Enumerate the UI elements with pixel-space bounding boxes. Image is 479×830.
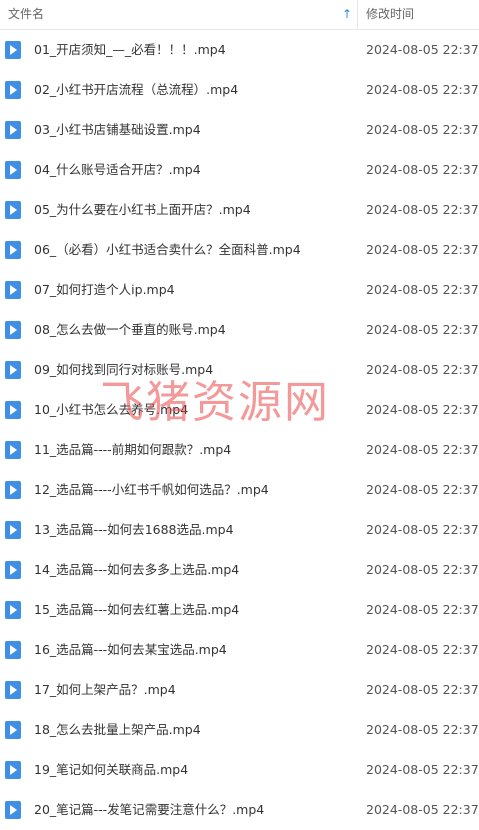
video-file-icon: [5, 401, 21, 419]
file-name[interactable]: 04_什么账号适合开店？.mp4: [34, 150, 201, 190]
file-row[interactable]: 05_为什么要在小红书上面开店？.mp4 2024-08-05 22:37: [0, 190, 479, 230]
video-file-icon: [5, 521, 21, 539]
video-file-icon: [5, 681, 21, 699]
video-file-icon: [5, 721, 21, 739]
file-name[interactable]: 05_为什么要在小红书上面开店？.mp4: [34, 190, 251, 230]
file-name[interactable]: 02_小红书开店流程（总流程）.mp4: [34, 70, 238, 110]
file-name[interactable]: 08_怎么去做一个垂直的账号.mp4: [34, 310, 226, 350]
file-row[interactable]: 03_小红书店铺基础设置.mp4 2024-08-05 22:37: [0, 110, 479, 150]
file-row[interactable]: 08_怎么去做一个垂直的账号.mp4 2024-08-05 22:37: [0, 310, 479, 350]
file-row[interactable]: 19_笔记如何关联商品.mp4 2024-08-05 22:37: [0, 750, 479, 790]
watermark: 飞猪资源网: [100, 377, 330, 428]
file-modified-time: 2024-08-05 22:37: [366, 202, 479, 217]
file-modified-time: 2024-08-05 22:37: [366, 82, 479, 97]
file-name[interactable]: 16_选品篇---如何去某宝选品.mp4: [34, 630, 227, 670]
file-name[interactable]: 07_如何打造个人ip.mp4: [34, 270, 175, 310]
column-header-modified-time[interactable]: 修改时间: [366, 0, 414, 29]
file-modified-time: 2024-08-05 22:37: [366, 642, 479, 657]
file-name[interactable]: 15_选品篇---如何去红薯上选品.mp4: [34, 590, 239, 630]
video-file-icon: [5, 481, 21, 499]
sort-ascending-icon[interactable]: ↑: [342, 0, 352, 29]
file-modified-time: 2024-08-05 22:37: [366, 482, 479, 497]
file-modified-time: 2024-08-05 22:37: [366, 562, 479, 577]
video-file-icon: [5, 41, 21, 59]
video-file-icon: [5, 81, 21, 99]
file-list: 01_开店须知_—_必看！！！.mp4 2024-08-05 22:37 02_小红…: [0, 30, 479, 830]
video-file-icon: [5, 201, 21, 219]
file-row[interactable]: 16_选品篇---如何去某宝选品.mp4 2024-08-05 22:37: [0, 630, 479, 670]
file-modified-time: 2024-08-05 22:37: [366, 322, 479, 337]
video-file-icon: [5, 601, 21, 619]
file-row[interactable]: 01_开店须知_—_必看！！！.mp4 2024-08-05 22:37: [0, 30, 479, 70]
file-name[interactable]: 06_（必看）小红书适合卖什么？全面科普.mp4: [34, 230, 301, 270]
file-name[interactable]: 13_选品篇---如何去1688选品.mp4: [34, 510, 234, 550]
file-row[interactable]: 18_怎么去批量上架产品.mp4 2024-08-05 22:37: [0, 710, 479, 750]
file-modified-time: 2024-08-05 22:37: [366, 442, 479, 457]
video-file-icon: [5, 561, 21, 579]
video-file-icon: [5, 801, 21, 819]
file-row[interactable]: 12_选品篇----小红书千帆如何选品？.mp4 2024-08-05 22:37: [0, 470, 479, 510]
file-row[interactable]: 15_选品篇---如何去红薯上选品.mp4 2024-08-05 22:37: [0, 590, 479, 630]
file-modified-time: 2024-08-05 22:37: [366, 402, 479, 417]
video-file-icon: [5, 761, 21, 779]
file-name[interactable]: 01_开店须知_—_必看！！！.mp4: [34, 30, 226, 70]
file-row[interactable]: 11_选品篇----前期如何跟款？.mp4 2024-08-05 22:37: [0, 430, 479, 470]
file-modified-time: 2024-08-05 22:37: [366, 602, 479, 617]
file-modified-time: 2024-08-05 22:37: [366, 722, 479, 737]
file-modified-time: 2024-08-05 22:37: [366, 802, 479, 817]
column-header-name[interactable]: 文件名: [8, 0, 44, 29]
video-file-icon: [5, 641, 21, 659]
file-name[interactable]: 19_笔记如何关联商品.mp4: [34, 750, 188, 790]
file-row[interactable]: 13_选品篇---如何去1688选品.mp4 2024-08-05 22:37: [0, 510, 479, 550]
file-row[interactable]: 04_什么账号适合开店？.mp4 2024-08-05 22:37: [0, 150, 479, 190]
video-file-icon: [5, 121, 21, 139]
file-modified-time: 2024-08-05 22:37: [366, 162, 479, 177]
file-modified-time: 2024-08-05 22:37: [366, 42, 479, 57]
file-name[interactable]: 18_怎么去批量上架产品.mp4: [34, 710, 201, 750]
file-row[interactable]: 17_如何上架产品？.mp4 2024-08-05 22:37: [0, 670, 479, 710]
file-modified-time: 2024-08-05 22:37: [366, 762, 479, 777]
video-file-icon: [5, 161, 21, 179]
column-header: 文件名 ↑ 修改时间: [0, 0, 479, 30]
file-name[interactable]: 11_选品篇----前期如何跟款？.mp4: [34, 430, 231, 470]
file-row[interactable]: 06_（必看）小红书适合卖什么？全面科普.mp4 2024-08-05 22:37: [0, 230, 479, 270]
file-modified-time: 2024-08-05 22:37: [366, 682, 479, 697]
file-modified-time: 2024-08-05 22:37: [366, 122, 479, 137]
file-modified-time: 2024-08-05 22:37: [366, 282, 479, 297]
file-modified-time: 2024-08-05 22:37: [366, 242, 479, 257]
file-name[interactable]: 17_如何上架产品？.mp4: [34, 670, 176, 710]
video-file-icon: [5, 281, 21, 299]
file-row[interactable]: 14_选品篇---如何去多多上选品.mp4 2024-08-05 22:37: [0, 550, 479, 590]
file-name[interactable]: 20_笔记篇---发笔记需要注意什么？.mp4: [34, 790, 264, 830]
video-file-icon: [5, 241, 21, 259]
file-name[interactable]: 14_选品篇---如何去多多上选品.mp4: [34, 550, 239, 590]
column-divider[interactable]: [357, 0, 358, 29]
video-file-icon: [5, 441, 21, 459]
file-row[interactable]: 02_小红书开店流程（总流程）.mp4 2024-08-05 22:37: [0, 70, 479, 110]
file-row[interactable]: 07_如何打造个人ip.mp4 2024-08-05 22:37: [0, 270, 479, 310]
file-name[interactable]: 12_选品篇----小红书千帆如何选品？.mp4: [34, 470, 269, 510]
file-name[interactable]: 03_小红书店铺基础设置.mp4: [34, 110, 201, 150]
file-modified-time: 2024-08-05 22:37: [366, 362, 479, 377]
file-modified-time: 2024-08-05 22:37: [366, 522, 479, 537]
video-file-icon: [5, 361, 21, 379]
video-file-icon: [5, 321, 21, 339]
file-row[interactable]: 20_笔记篇---发笔记需要注意什么？.mp4 2024-08-05 22:37: [0, 790, 479, 830]
